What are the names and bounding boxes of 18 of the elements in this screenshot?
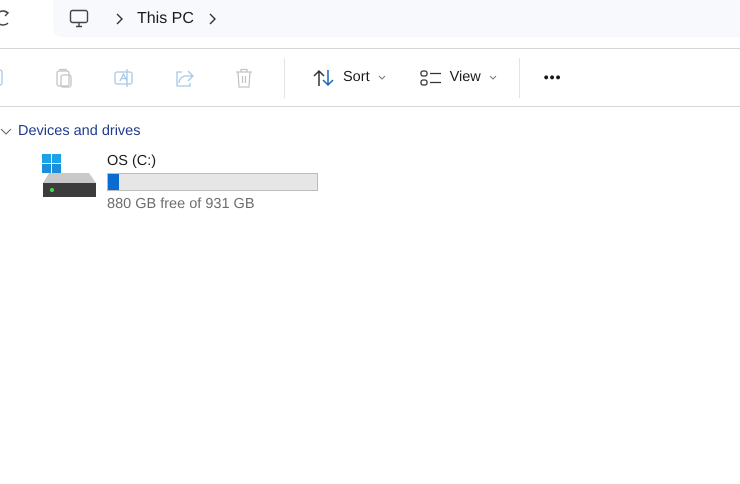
chevron-right-icon: [115, 12, 123, 24]
free-space-text: 880 GB free of 931 GB: [107, 194, 256, 214]
section-title[interactable]: Devices and drives: [18, 121, 140, 143]
refresh-icon[interactable]: [0, 9, 10, 27]
chevron-icon[interactable]: [0, 128, 12, 136]
sort-icon: [313, 68, 335, 86]
drive-name[interactable]: OS (C:): [107, 152, 318, 170]
drive-icon[interactable]: [41, 152, 97, 199]
view-menu-button[interactable]: View: [410, 60, 507, 94]
view-icon: [420, 70, 442, 86]
more-options-button[interactable]: •••: [530, 63, 576, 92]
caret-icon: [488, 75, 497, 80]
monitor-icon[interactable]: [69, 8, 89, 28]
chevron-right-icon: [208, 12, 216, 24]
caret-icon: [378, 75, 386, 80]
sort-menu-button[interactable]: Sort: [303, 60, 396, 94]
address-bar[interactable]: This PC: [53, 0, 740, 37]
breadcrumb[interactable]: This PC: [123, 6, 208, 30]
